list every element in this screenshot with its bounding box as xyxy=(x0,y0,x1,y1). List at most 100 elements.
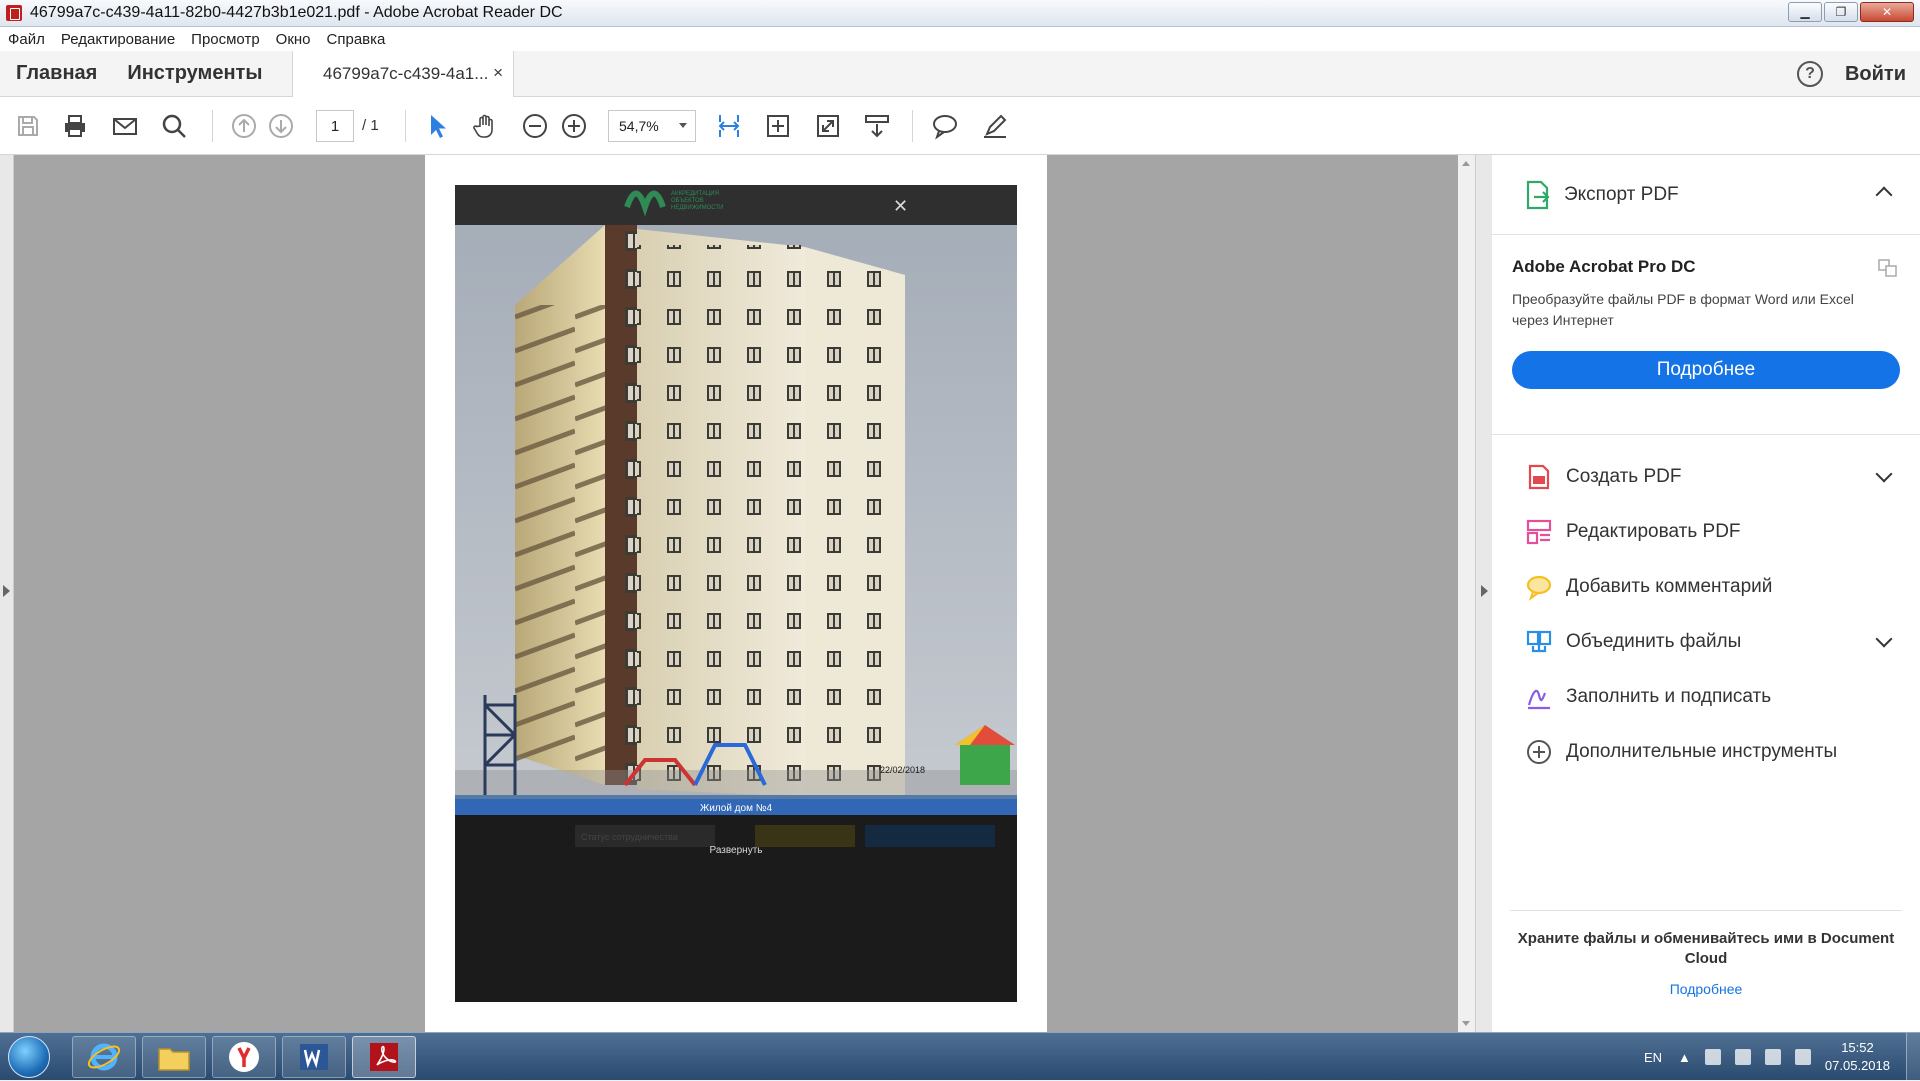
restore-button[interactable]: ❐ xyxy=(1824,2,1858,22)
chevron-down-icon xyxy=(679,123,687,128)
help-icon[interactable]: ? xyxy=(1796,61,1823,87)
tab-bar: Главная Инструменты 46799a7c-c439-4a1...… xyxy=(0,51,1920,97)
learn-more-button[interactable]: Подробнее xyxy=(1512,351,1900,389)
menu-help[interactable]: Справка xyxy=(327,31,386,48)
window-titlebar: 46799a7c-c439-4a11-82b0-4427b3b1e021.pdf… xyxy=(0,0,1920,27)
zoom-value: 54,7% xyxy=(619,118,659,134)
close-tab-icon[interactable]: × xyxy=(493,63,503,83)
minimize-button[interactable]: ▁ xyxy=(1788,2,1822,22)
create-pdf-icon xyxy=(1524,462,1554,492)
fill-sign-icon xyxy=(1524,682,1554,712)
clock[interactable]: 15:52 07.05.2018 xyxy=(1825,1039,1890,1075)
close-window-button[interactable]: ✕ xyxy=(1860,2,1914,22)
full-screen-icon[interactable] xyxy=(813,111,843,141)
signin-button[interactable]: Войти xyxy=(1845,63,1906,86)
export-pdf-label: Экспорт PDF xyxy=(1564,183,1679,205)
left-panel-toggle[interactable] xyxy=(0,155,14,1032)
tool-fill-sign[interactable]: Заполнить и подписать xyxy=(1492,669,1920,724)
tool-add-comment[interactable]: Добавить комментарий xyxy=(1492,559,1920,614)
photo-close-icon[interactable]: ✕ xyxy=(893,196,908,217)
clock-date: 07.05.2018 xyxy=(1824,1058,1890,1073)
rotate-icon[interactable] xyxy=(763,111,793,141)
export-pdf-icon xyxy=(1526,180,1550,209)
start-button[interactable] xyxy=(8,1036,50,1078)
vertical-scrollbar[interactable] xyxy=(1458,155,1475,1032)
comment-icon[interactable] xyxy=(930,111,960,141)
tool-more-tools[interactable]: Дополнительные инструменты xyxy=(1492,724,1920,779)
zoom-out-icon[interactable] xyxy=(520,111,550,141)
edit-pdf-icon xyxy=(1524,517,1554,547)
word-icon[interactable] xyxy=(282,1036,346,1078)
chevron-down-icon[interactable] xyxy=(1875,630,1893,648)
tool-combine-files[interactable]: Объединить файлы xyxy=(1492,614,1920,669)
chevron-down-icon[interactable] xyxy=(1875,465,1893,483)
tab-tools[interactable]: Инструменты xyxy=(127,62,262,85)
footer-text: Храните файлы и обменивайтесь ими в Docu… xyxy=(1517,930,1895,967)
page-number-input[interactable]: 1 xyxy=(316,110,354,142)
prev-page-icon[interactable] xyxy=(229,111,259,141)
toolbar: 1 / 1 54,7% xyxy=(0,97,1920,155)
menu-window[interactable]: Окно xyxy=(276,31,311,48)
menu-view[interactable]: Просмотр xyxy=(191,31,260,48)
windows-taskbar: EN ▲ 15:52 07.05.2018 xyxy=(0,1032,1920,1081)
expand-button[interactable]: Развернуть xyxy=(709,845,762,856)
save-icon[interactable] xyxy=(13,111,43,141)
zoom-in-icon[interactable] xyxy=(559,111,589,141)
combine-files-icon xyxy=(1524,627,1554,657)
print-icon[interactable] xyxy=(60,111,90,141)
photo-caption: Жилой дом №4 xyxy=(700,803,772,814)
building-photo: АККРЕДИТАЦИЯ ОБЪЕКТОВ НЕДВИЖИМОСТИ ✕ 22/… xyxy=(455,185,1017,1002)
file-explorer-icon[interactable] xyxy=(142,1036,206,1078)
more-tools-icon xyxy=(1524,737,1554,767)
pro-description: Преобразуйте файлы PDF в формат Word или… xyxy=(1512,291,1854,328)
volume-icon[interactable] xyxy=(1734,1049,1751,1065)
tool-edit-pdf[interactable]: Редактировать PDF xyxy=(1492,504,1920,559)
select-tool-icon[interactable] xyxy=(422,111,452,141)
show-hidden-icons-icon[interactable]: ▲ xyxy=(1678,1050,1691,1065)
tab-document[interactable]: 46799a7c-c439-4a1... × xyxy=(292,51,514,97)
next-page-icon[interactable] xyxy=(266,111,296,141)
expand-left-icon xyxy=(3,585,10,597)
cloud-convert-icon xyxy=(1878,259,1897,277)
power-icon[interactable] xyxy=(1764,1049,1781,1065)
tools-pane: Экспорт PDF Adobe Acrobat Pro DC Преобра… xyxy=(1492,155,1920,1032)
acrobat-reader-icon[interactable] xyxy=(352,1036,416,1078)
scroll-up-icon[interactable] xyxy=(1462,161,1470,166)
language-indicator[interactable]: EN xyxy=(1644,1050,1662,1065)
fit-page-icon[interactable] xyxy=(714,111,744,141)
svg-text:ОБЪЕКТОВ: ОБЪЕКТОВ xyxy=(671,198,704,204)
right-panel-toggle[interactable] xyxy=(1475,155,1492,1032)
action-center-flag-icon[interactable] xyxy=(1794,1049,1811,1065)
yandex-browser-icon[interactable] xyxy=(212,1036,276,1078)
comment-icon xyxy=(1524,572,1554,602)
tab-home[interactable]: Главная xyxy=(16,62,97,85)
chevron-up-icon[interactable] xyxy=(1875,186,1893,204)
menu-edit[interactable]: Редактирование xyxy=(61,31,175,48)
internet-explorer-icon[interactable] xyxy=(72,1036,136,1078)
document-tab-label: 46799a7c-c439-4a1... xyxy=(323,64,489,83)
scroll-down-icon[interactable] xyxy=(1462,1021,1470,1026)
search-icon[interactable] xyxy=(159,111,189,141)
pro-promo: Adobe Acrobat Pro DC Преобразуйте файлы … xyxy=(1492,235,1920,435)
scroll-mode-icon[interactable] xyxy=(862,111,892,141)
clock-time: 15:52 xyxy=(1841,1040,1874,1055)
highlight-pen-icon[interactable] xyxy=(980,111,1010,141)
menu-file[interactable]: Файл xyxy=(8,31,45,48)
network-icon[interactable] xyxy=(1704,1049,1721,1065)
show-desktop-button[interactable] xyxy=(1906,1033,1920,1081)
pdf-page: АККРЕДИТАЦИЯ ОБЪЕКТОВ НЕДВИЖИМОСТИ ✕ 22/… xyxy=(425,155,1047,1032)
svg-text:НЕДВИЖИМОСТИ: НЕДВИЖИМОСТИ xyxy=(671,205,723,211)
system-tray: EN ▲ 15:52 07.05.2018 xyxy=(1644,1033,1910,1081)
email-icon[interactable] xyxy=(110,111,140,141)
zoom-select[interactable]: 54,7% xyxy=(608,110,696,142)
tool-create-pdf[interactable]: Создать PDF xyxy=(1492,449,1920,504)
date-stamp: 22/02/2018 xyxy=(880,765,925,775)
footer-learn-more-link[interactable]: Подробнее xyxy=(1510,981,1902,997)
hand-tool-icon[interactable] xyxy=(471,111,501,141)
status-label: Статус сотрудничества xyxy=(581,832,678,842)
pro-title: Adobe Acrobat Pro DC xyxy=(1512,257,1696,276)
export-pdf-header[interactable]: Экспорт PDF xyxy=(1492,155,1920,235)
window-title: 46799a7c-c439-4a11-82b0-4427b3b1e021.pdf… xyxy=(30,4,563,21)
document-cloud-footer: Храните файлы и обменивайтесь ими в Docu… xyxy=(1510,910,1902,997)
acrobat-icon xyxy=(6,5,22,21)
